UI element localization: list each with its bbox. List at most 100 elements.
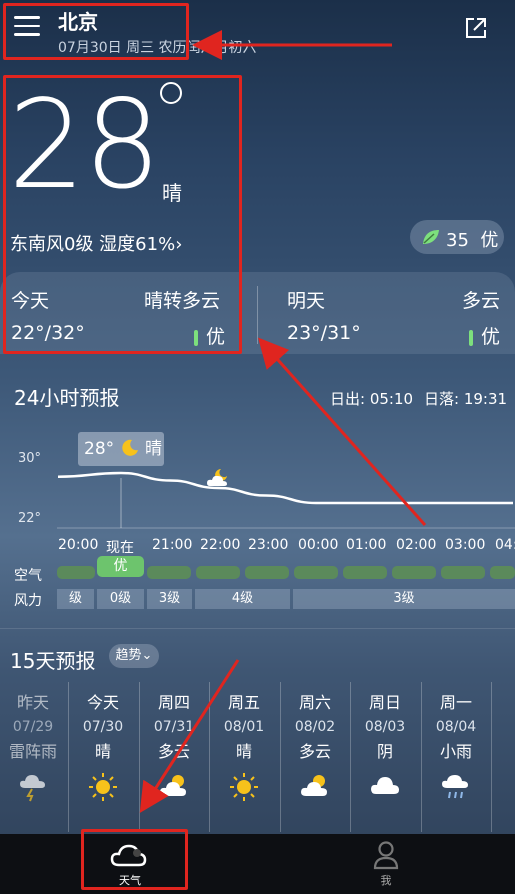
leaf-icon (423, 230, 439, 244)
thunderstorm-icon (0, 772, 68, 806)
day-condition: 阴 (376, 742, 393, 761)
hour-label: 23:00 (248, 537, 289, 553)
section-divider (0, 628, 515, 629)
hour-label: 22:00 (200, 537, 241, 553)
partly-cloudy-icon (280, 772, 350, 804)
day-weekday: 周六 (298, 693, 331, 712)
tooltip-temp: 28° (84, 439, 115, 459)
sunrise-time: 日出: 05:10 (330, 390, 414, 408)
aq-segment (441, 566, 485, 579)
divider (257, 286, 258, 344)
hour-label: 21:00 (152, 537, 193, 553)
hour-label: 现在 (106, 540, 134, 556)
wind-segment: 3级 (147, 589, 192, 609)
aq-segment (57, 566, 95, 579)
day-column[interactable]: 周四 07/31 多云 (139, 690, 209, 840)
tomorrow-aqi-text: 优 (481, 326, 501, 348)
tooltip-cond: 晴 (144, 439, 162, 459)
day-weekday: 周五 (227, 693, 260, 712)
day-condition: 多云 (157, 742, 190, 761)
annotation-box-header (3, 3, 189, 60)
day-column[interactable]: 周六 08/02 多云 (280, 690, 350, 840)
wind-segment: 3级 (293, 589, 515, 609)
hour-label: 02:00 (396, 537, 437, 553)
partly-cloudy-night-icon (207, 469, 227, 486)
day-column[interactable]: 周日 08/03 阴 (350, 690, 420, 840)
sunset-time: 日落: 19:31 (424, 390, 508, 408)
day-separator (280, 682, 281, 832)
day-separator (68, 682, 69, 832)
day-condition: 晴 (235, 742, 252, 761)
aqi-badge[interactable]: 35 优 (410, 220, 504, 254)
moon-icon (121, 439, 138, 456)
day-date: 07/30 (82, 719, 124, 735)
tomorrow-temp-range: 23°/31° (287, 322, 361, 344)
day-column[interactable]: 周五 08/01 晴 (209, 690, 279, 840)
day-column[interactable]: 周08 (491, 690, 515, 840)
forecast-title: 15天预报 (10, 649, 96, 673)
aq-segment (147, 566, 191, 579)
light-rain-icon (421, 772, 491, 806)
day-condition: 晴 (94, 742, 111, 761)
day-weekday: 周日 (368, 693, 401, 712)
temperature-line (57, 471, 513, 505)
tomorrow-label: 明天 (287, 290, 326, 312)
tomorrow-condition: 多云 (462, 290, 501, 312)
hour-label: 20:00 (58, 537, 99, 553)
annotation-box-current (3, 75, 242, 354)
wind-segment: 0级 (97, 589, 144, 609)
day-separator (421, 682, 422, 832)
day-condition (491, 738, 515, 766)
day-date: 07/29 (12, 719, 54, 735)
partly-cloudy-icon (139, 772, 209, 804)
day-date: 08 (491, 716, 515, 738)
hour-label: 03:00 (445, 537, 486, 553)
wind-segment: 级 (57, 589, 94, 609)
day-separator (491, 682, 492, 832)
annotation-box-nav (81, 829, 188, 890)
wind-segment: 4级 (195, 589, 290, 609)
bottom-navigation: 天气 我 (0, 834, 515, 894)
aq-now-badge: 优 (97, 556, 144, 577)
user-icon (373, 841, 399, 870)
day-weekday: 周 (491, 690, 515, 716)
aq-segment (392, 566, 436, 579)
day-weekday: 周一 (439, 693, 472, 712)
air-row-label: 空气 (14, 568, 42, 584)
day-separator (350, 682, 351, 832)
aq-segment (294, 566, 338, 579)
aq-segment (196, 566, 240, 579)
day-date: 08/01 (223, 719, 265, 735)
aqi-level: 优 (480, 230, 499, 251)
day-column[interactable]: 周一 08/04 小雨 (421, 690, 491, 840)
hourly-title: 24小时预报 (14, 386, 120, 410)
hour-label: 01:00 (346, 537, 387, 553)
sunny-icon (209, 772, 279, 806)
day-separator (209, 682, 210, 832)
aqi-value: 35 (446, 230, 469, 251)
sunny-icon (68, 772, 138, 806)
trend-toggle-button[interactable]: 趋势⌄ (109, 644, 159, 668)
day-date: 08/02 (294, 719, 336, 735)
tomorrow-aqi: 优 (469, 322, 500, 349)
day-date: 08/04 (435, 719, 477, 735)
day-condition: 小雨 (439, 742, 472, 761)
aq-segment (245, 566, 289, 579)
day-date: 07/31 (153, 719, 195, 735)
share-icon[interactable] (462, 14, 490, 42)
day-weekday: 昨天 (16, 693, 49, 712)
day-weekday: 周四 (157, 693, 190, 712)
aq-segment (343, 566, 387, 579)
day-condition: 雷阵雨 (8, 742, 57, 761)
day-separator (139, 682, 140, 832)
nav-tab-me[interactable]: 我 (336, 834, 436, 894)
day-condition: 多云 (298, 742, 331, 761)
hour-label: 00:00 (298, 537, 339, 553)
trend-label: 趋势 (115, 648, 142, 663)
nav-me-label: 我 (380, 874, 392, 887)
hour-label: 04: (495, 537, 515, 553)
day-column[interactable]: 昨天 07/29 雷阵雨 (0, 690, 68, 840)
wind-row-label: 风力 (14, 593, 42, 609)
day-column[interactable]: 今天 07/30 晴 (68, 690, 138, 840)
cloudy-icon (350, 772, 420, 802)
